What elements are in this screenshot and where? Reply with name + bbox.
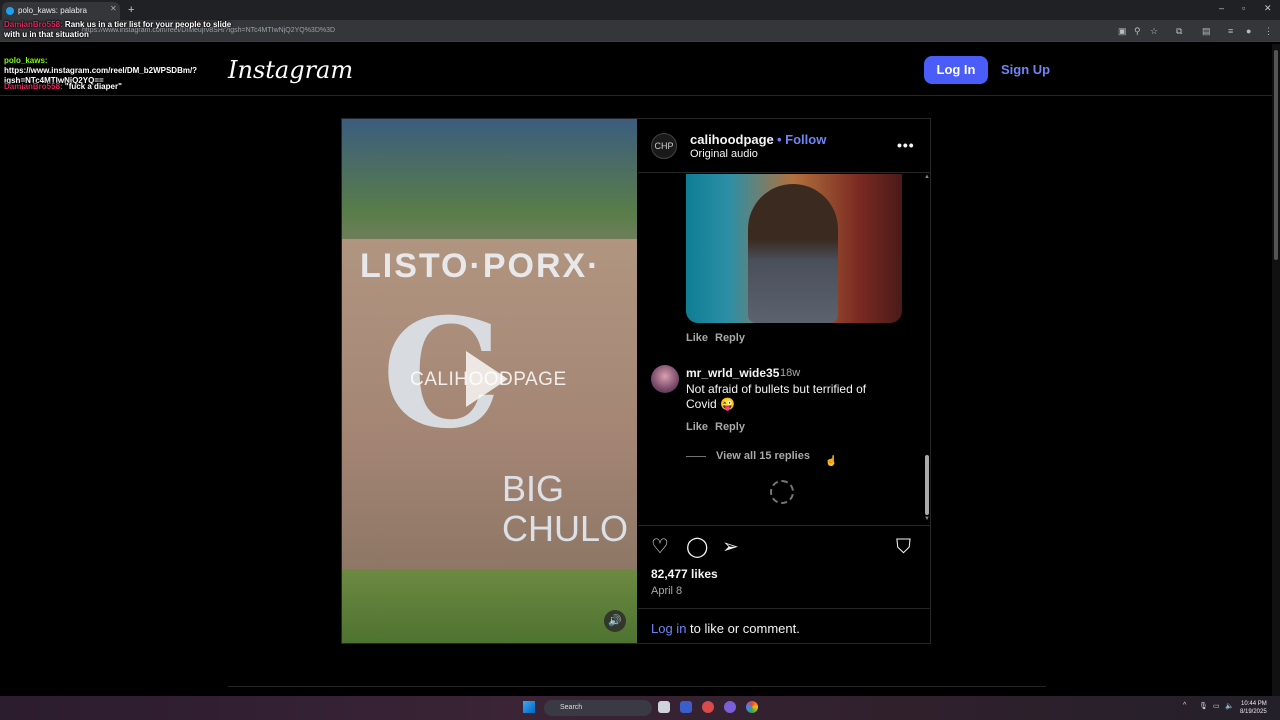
tab-favicon-icon <box>6 7 14 15</box>
new-tab-icon[interactable]: + <box>128 2 134 18</box>
browser-tab[interactable]: polo_kaws: palabra <box>2 2 120 20</box>
network-icon[interactable]: ▭ <box>1213 702 1220 710</box>
login-prompt-text: to like or comment. <box>686 621 800 636</box>
microphone-icon[interactable]: 🎙 <box>1199 702 1208 710</box>
discord-icon[interactable] <box>724 701 736 713</box>
tab-title: polo_kaws: palabra <box>18 6 87 15</box>
loading-spinner-icon <box>770 480 794 504</box>
comment-text: Not afraid of bullets but terrified of C… <box>686 382 867 411</box>
play-icon[interactable] <box>466 351 508 407</box>
speaker-icon[interactable]: 🔈 <box>1225 702 1234 710</box>
author-avatar[interactable]: CHP <box>651 133 677 159</box>
chat-message: DamianBro558: "fuck a diaper" <box>4 82 122 91</box>
task-view-icon[interactable] <box>658 701 670 713</box>
commenter-avatar[interactable] <box>651 365 679 393</box>
comment-like-button[interactable]: Like <box>686 332 708 344</box>
bookmark-star-icon[interactable]: ☆ <box>1150 26 1158 37</box>
profile-icon[interactable]: ● <box>1246 26 1251 36</box>
scroll-down-arrow-icon[interactable]: ▼ <box>924 516 930 522</box>
commenter-username[interactable]: mr_wrld_wide35 <box>686 366 779 380</box>
close-window-icon[interactable]: ✕ <box>1264 3 1272 14</box>
view-replies-button[interactable]: View all 15 replies <box>716 450 810 462</box>
comment-reply-button[interactable]: Reply <box>715 421 745 433</box>
maximize-icon[interactable]: ▫ <box>1242 3 1245 13</box>
author-username[interactable]: calihoodpage <box>690 132 774 147</box>
taskbar-app-icon[interactable] <box>702 701 714 713</box>
volume-icon[interactable]: 🔊 <box>604 610 626 632</box>
bottom-divider <box>638 608 930 609</box>
tray-expand-icon[interactable]: ^ <box>1183 702 1186 709</box>
page-scrollbar[interactable] <box>1274 50 1278 260</box>
menu-icon[interactable]: ⋮ <box>1264 26 1273 37</box>
gif-person <box>748 184 838 323</box>
chrome-icon[interactable] <box>746 701 758 713</box>
original-audio-link[interactable]: Original audio <box>690 148 758 160</box>
save-bookmark-icon[interactable]: ⛉ <box>896 536 911 558</box>
comment-icon[interactable]: ◯ <box>686 536 708 558</box>
scroll-up-arrow-icon[interactable]: ▲ <box>924 174 930 180</box>
sign-up-link[interactable]: Sign Up <box>1001 62 1050 77</box>
post-date: April 8 <box>651 585 683 597</box>
extensions-icon[interactable]: ⧉ <box>1176 26 1182 37</box>
comment-gif <box>686 174 902 323</box>
hand-cursor-icon: ☝ <box>825 456 838 467</box>
like-heart-icon[interactable]: ♡ <box>651 536 669 558</box>
comment-reply-button[interactable]: Reply <box>715 332 745 344</box>
comment-timestamp: 18w <box>780 367 801 379</box>
header-divider <box>0 95 1272 96</box>
taskbar-search[interactable]: Search <box>544 700 652 716</box>
reel-video[interactable]: LISTO·PORX· C BIG CHULO CALIHOODPAGE <box>342 119 637 643</box>
instagram-logo[interactable]: Instagram <box>228 56 353 84</box>
video-grass <box>342 569 637 643</box>
replies-divider <box>686 456 706 457</box>
actions-divider <box>638 525 930 526</box>
likes-count[interactable]: 82,477 likes <box>651 567 718 581</box>
more-options-icon[interactable]: ••• <box>897 137 915 153</box>
log-in-button[interactable]: Log In <box>924 56 988 84</box>
share-icon[interactable]: ➢ <box>722 536 739 558</box>
side-header-divider <box>638 172 930 173</box>
follow-button[interactable]: • Follow <box>777 132 826 147</box>
tab-close-icon[interactable]: ✕ <box>110 4 117 14</box>
log-in-link[interactable]: Log in <box>651 621 686 636</box>
sidebar-icon[interactable]: ▤ <box>1202 26 1211 37</box>
comment-like-button[interactable]: Like <box>686 421 708 433</box>
footer-divider <box>228 686 1046 687</box>
zoom-icon[interactable]: ⚲ <box>1134 26 1141 37</box>
downloads-icon[interactable]: ≡ <box>1228 26 1233 36</box>
comments-scrollbar[interactable] <box>925 455 929 515</box>
video-graffiti-text: BIG CHULO <box>502 468 629 549</box>
taskbar-clock[interactable]: 10:44 PM 8/19/2025 <box>1240 700 1267 716</box>
windows-start-icon[interactable] <box>523 701 535 713</box>
taskbar-app-icon[interactable] <box>680 701 692 713</box>
chat-message: DamianBro558: Rank us in a tier list for… <box>4 20 232 39</box>
minimize-icon[interactable]: – <box>1219 3 1224 13</box>
login-prompt: Log in to like or comment. <box>651 621 800 636</box>
browser-tab-bar <box>0 0 1280 20</box>
cast-icon[interactable]: ▣ <box>1118 26 1127 37</box>
video-graffiti-text: LISTO·PORX· <box>360 247 601 285</box>
